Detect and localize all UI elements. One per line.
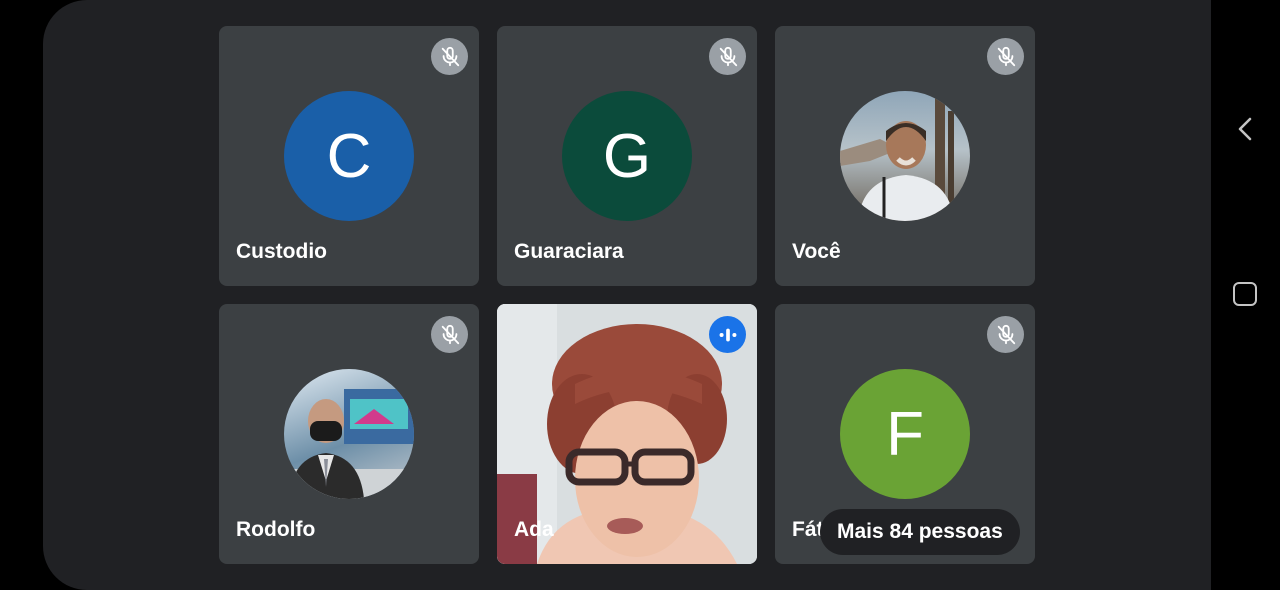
participant-name: Fát	[792, 518, 824, 541]
mic-off-icon	[987, 316, 1024, 353]
avatar-initial: G	[602, 121, 652, 191]
mic-off-icon	[431, 38, 468, 75]
rounded-square-icon[interactable]	[1233, 282, 1257, 306]
participant-tile[interactable]: Ada	[497, 304, 757, 564]
participant-name: Guaraciara	[514, 240, 624, 263]
participant-name: Rodolfo	[236, 518, 316, 541]
avatar-initial: C	[326, 121, 372, 191]
participant-tile[interactable]: Rodolfo	[219, 304, 479, 564]
audio-level-icon	[709, 316, 746, 353]
mic-off-icon	[709, 38, 746, 75]
mic-off-icon	[431, 316, 468, 353]
avatar: F	[840, 369, 970, 499]
avatar: G	[562, 91, 692, 221]
participant-tile[interactable]: Você	[775, 26, 1035, 286]
avatar-initial: F	[886, 399, 924, 469]
participant-name: Ada	[514, 518, 554, 541]
avatar-photo	[284, 369, 414, 499]
chevron-left-icon[interactable]	[1233, 116, 1259, 142]
avatar: C	[284, 91, 414, 221]
participant-name: Custodio	[236, 240, 327, 263]
mic-off-icon	[987, 38, 1024, 75]
avatar-photo	[840, 91, 970, 221]
participant-name: Você	[792, 240, 841, 263]
participant-tile[interactable]: G Guaraciara	[497, 26, 757, 286]
more-participants-button[interactable]: Mais 84 pessoas	[820, 509, 1020, 555]
participant-tile[interactable]: C Custodio	[219, 26, 479, 286]
